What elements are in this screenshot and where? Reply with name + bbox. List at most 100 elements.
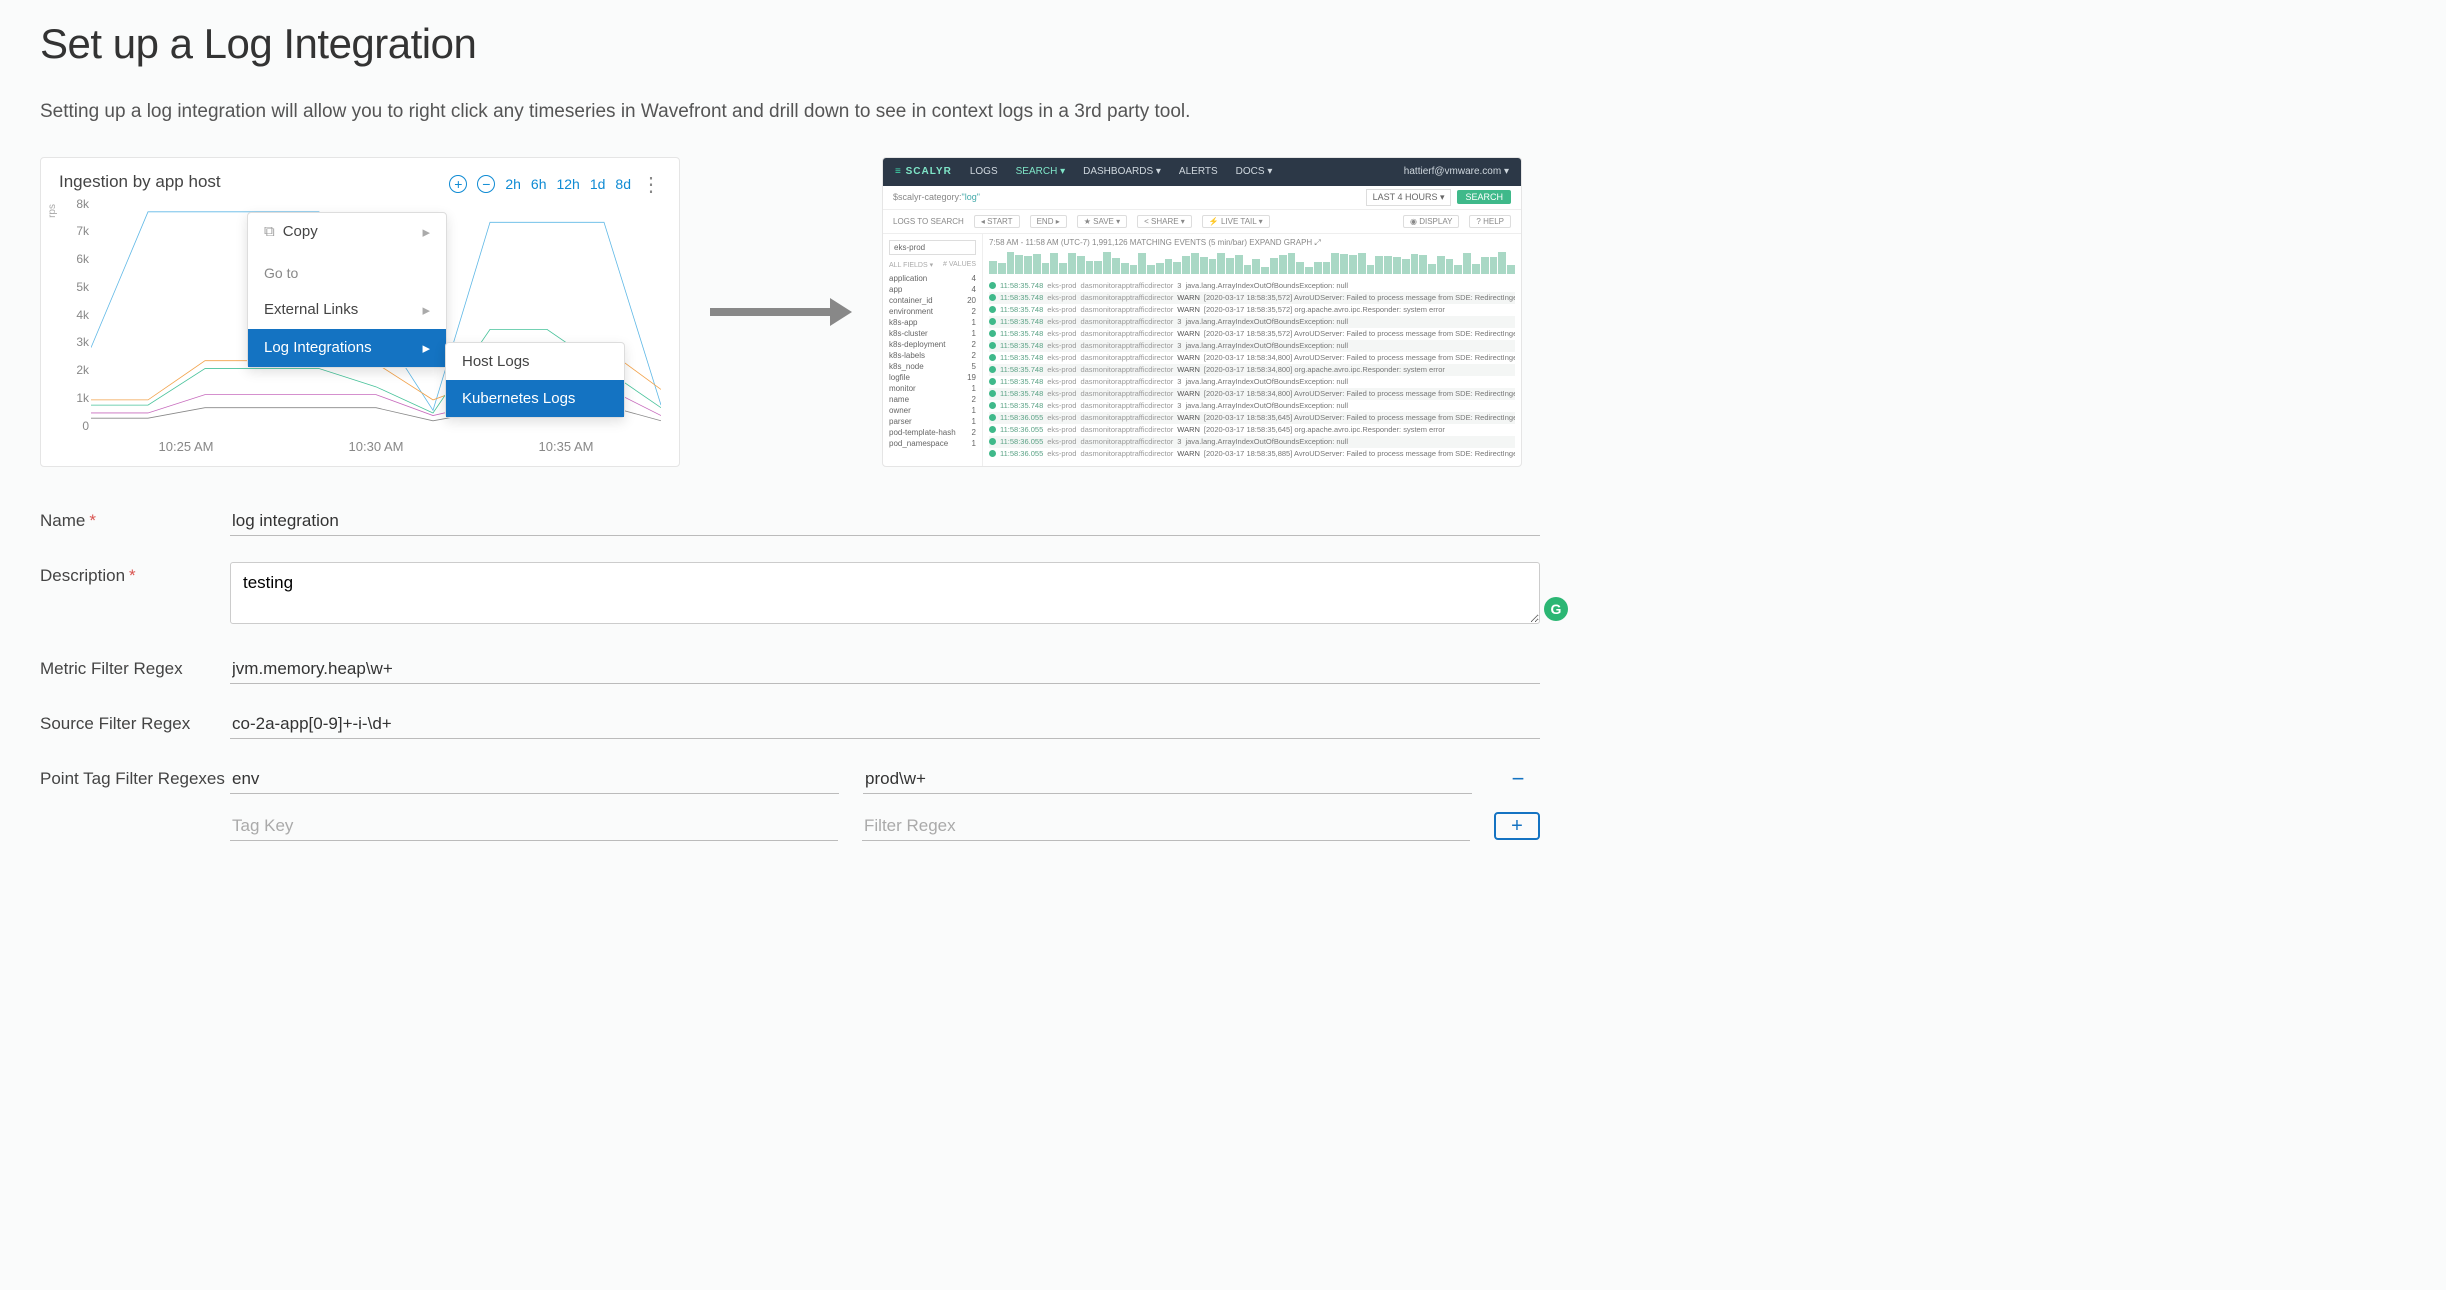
scalyr-log-row[interactable]: 11:58:35.748eks-proddasmonitorapptraffic… <box>989 280 1515 292</box>
scalyr-nav-logs[interactable]: LOGS <box>970 166 998 177</box>
scalyr-log-row[interactable]: 11:58:35.748eks-proddasmonitorapptraffic… <box>989 376 1515 388</box>
source-filter-label: Source Filter Regex <box>40 710 230 734</box>
chart-menu-icon[interactable]: ⋮ <box>641 172 661 197</box>
add-tag-button[interactable]: + <box>1494 812 1540 840</box>
time-range-1d[interactable]: 1d <box>590 176 606 192</box>
scalyr-facet[interactable]: k8s-app1 <box>889 317 976 328</box>
x-tick: 10:25 AM <box>159 439 214 454</box>
ctx-log-integrations[interactable]: Log Integrations ▸ <box>248 329 446 367</box>
scalyr-facet[interactable]: k8s-cluster1 <box>889 328 976 339</box>
chart-controls: + − 2h 6h 12h 1d 8d ⋮ <box>449 172 661 197</box>
x-tick: 10:35 AM <box>539 439 594 454</box>
scalyr-sidebar: eks-prod ALL FIELDS ▾ # VALUES applicati… <box>883 234 983 466</box>
scalyr-facet[interactable]: logfile19 <box>889 372 976 383</box>
scalyr-fields-header[interactable]: ALL FIELDS ▾ <box>889 261 933 269</box>
scalyr-facet[interactable]: parser1 <box>889 416 976 427</box>
scalyr-search-button[interactable]: SEARCH <box>1457 190 1511 204</box>
scalyr-source[interactable]: eks-prod <box>889 240 976 255</box>
ctx-kubernetes-logs[interactable]: Kubernetes Logs <box>446 380 624 417</box>
scalyr-log-row[interactable]: 11:58:35.748eks-proddasmonitorapptraffic… <box>989 316 1515 328</box>
ctx-copy[interactable]: ⧉Copy ▸ <box>248 213 446 251</box>
point-tag-row: − <box>230 765 1540 794</box>
y-tick: 8k <box>76 197 89 211</box>
chevron-right-icon: ▸ <box>422 301 430 319</box>
scalyr-log-row[interactable]: 11:58:36.055eks-proddasmonitorapptraffic… <box>989 448 1515 460</box>
scalyr-end[interactable]: END ▸ <box>1030 215 1067 228</box>
ctx-goto-label: Go to <box>248 251 446 291</box>
scalyr-facet[interactable]: container_id20 <box>889 295 976 306</box>
scalyr-help[interactable]: ? HELP <box>1469 215 1511 228</box>
time-range-12h[interactable]: 12h <box>556 176 579 192</box>
time-range-8d[interactable]: 8d <box>615 176 631 192</box>
scalyr-main: 7:58 AM - 11:58 AM (UTC-7) 1,991,126 MAT… <box>983 234 1521 466</box>
scalyr-nav-search[interactable]: SEARCH ▾ <box>1016 166 1065 177</box>
scalyr-nav-dashboards[interactable]: DASHBOARDS ▾ <box>1083 166 1161 177</box>
scalyr-query-bar: $scalyr-category:"log" LAST 4 HOURS ▾ SE… <box>883 186 1521 210</box>
tag-value-input-new[interactable] <box>862 812 1470 841</box>
time-range-2h[interactable]: 2h <box>505 176 521 192</box>
tag-value-input[interactable] <box>863 765 1472 794</box>
scalyr-log-row[interactable]: 11:58:35.748eks-proddasmonitorapptraffic… <box>989 352 1515 364</box>
scalyr-log-row[interactable]: 11:58:35.748eks-proddasmonitorapptraffic… <box>989 364 1515 376</box>
tag-key-input-new[interactable] <box>230 812 838 841</box>
wavefront-chart-panel: Ingestion by app host + − 2h 6h 12h 1d 8… <box>40 157 680 467</box>
scalyr-log-row[interactable]: 11:58:36.055eks-proddasmonitorapptraffic… <box>989 412 1515 424</box>
ctx-external-links[interactable]: External Links ▸ <box>248 291 446 329</box>
scalyr-nav-alerts[interactable]: ALERTS <box>1179 166 1218 177</box>
log-integration-form: Name* Description* G Metric Filter Regex… <box>40 507 1540 841</box>
name-input[interactable] <box>230 507 1540 536</box>
scalyr-facet[interactable]: k8s-labels2 <box>889 350 976 361</box>
scalyr-save[interactable]: ★ SAVE ▾ <box>1077 215 1127 228</box>
chevron-right-icon: ▸ <box>422 339 430 357</box>
zoom-out-icon[interactable]: − <box>477 175 495 193</box>
scalyr-toolbar: LOGS TO SEARCH ◂ START END ▸ ★ SAVE ▾ < … <box>883 210 1521 234</box>
scalyr-facet[interactable]: application4 <box>889 273 976 284</box>
scalyr-range[interactable]: LAST 4 HOURS ▾ <box>1366 189 1452 206</box>
page-title: Set up a Log Integration <box>40 20 2406 68</box>
point-tag-label: Point Tag Filter Regexes <box>40 765 230 789</box>
scalyr-livetail[interactable]: ⚡ LIVE TAIL ▾ <box>1202 215 1270 228</box>
scalyr-log-row[interactable]: 11:58:35.748eks-proddasmonitorapptraffic… <box>989 328 1515 340</box>
chevron-right-icon: ▸ <box>422 223 430 241</box>
y-tick: 6k <box>76 252 89 266</box>
tag-key-input[interactable] <box>230 765 839 794</box>
scalyr-facet[interactable]: k8s-deployment2 <box>889 339 976 350</box>
description-input[interactable] <box>230 562 1540 624</box>
scalyr-values-header: # VALUES <box>943 261 976 269</box>
scalyr-facet[interactable]: pod_namespace1 <box>889 438 976 449</box>
scalyr-facet[interactable]: app4 <box>889 284 976 295</box>
scalyr-log-row[interactable]: 11:58:36.055eks-proddasmonitorapptraffic… <box>989 424 1515 436</box>
scalyr-display[interactable]: ◉ DISPLAY <box>1403 215 1459 228</box>
context-menu: ⧉Copy ▸ Go to External Links ▸ Log Integ… <box>247 212 447 368</box>
page-intro: Setting up a log integration will allow … <box>40 98 2406 127</box>
remove-tag-button[interactable]: − <box>1496 766 1540 792</box>
scalyr-logo: SCALYR <box>895 166 952 177</box>
scalyr-facet[interactable]: monitor1 <box>889 383 976 394</box>
scalyr-log-row[interactable]: 11:58:35.748eks-proddasmonitorapptraffic… <box>989 340 1515 352</box>
scalyr-facet[interactable]: owner1 <box>889 405 976 416</box>
scalyr-log-row[interactable]: 11:58:35.748eks-proddasmonitorapptraffic… <box>989 388 1515 400</box>
y-tick: 4k <box>76 308 89 322</box>
scalyr-facet[interactable]: pod-template-hash2 <box>889 427 976 438</box>
y-axis-unit: rps <box>47 204 58 218</box>
scalyr-facet[interactable]: name2 <box>889 394 976 405</box>
scalyr-user[interactable]: hattierf@vmware.com ▾ <box>1404 166 1509 177</box>
scalyr-facet[interactable]: environment2 <box>889 306 976 317</box>
metric-filter-input[interactable] <box>230 655 1540 684</box>
grammarly-icon[interactable]: G <box>1544 597 1568 621</box>
scalyr-nav-docs[interactable]: DOCS ▾ <box>1236 166 1273 177</box>
scalyr-share[interactable]: < SHARE ▾ <box>1137 215 1192 228</box>
copy-icon: ⧉ <box>264 223 275 240</box>
scalyr-log-row[interactable]: 11:58:35.748eks-proddasmonitorapptraffic… <box>989 304 1515 316</box>
scalyr-start[interactable]: ◂ START <box>974 215 1020 228</box>
scalyr-histogram <box>989 252 1515 274</box>
scalyr-log-row[interactable]: 11:58:35.748eks-proddasmonitorapptraffic… <box>989 292 1515 304</box>
scalyr-log-row[interactable]: 11:58:36.055eks-proddasmonitorapptraffic… <box>989 436 1515 448</box>
source-filter-input[interactable] <box>230 710 1540 739</box>
x-tick: 10:30 AM <box>349 439 404 454</box>
scalyr-facet[interactable]: k8s_node5 <box>889 361 976 372</box>
time-range-6h[interactable]: 6h <box>531 176 547 192</box>
ctx-host-logs[interactable]: Host Logs <box>446 343 624 380</box>
scalyr-log-row[interactable]: 11:58:35.748eks-proddasmonitorapptraffic… <box>989 400 1515 412</box>
zoom-in-icon[interactable]: + <box>449 175 467 193</box>
